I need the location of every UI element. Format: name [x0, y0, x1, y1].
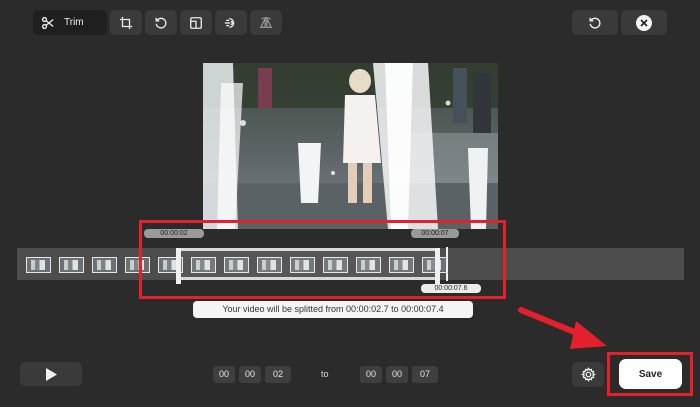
trim-label: Trim [64, 17, 84, 28]
crop-tool-button[interactable] [110, 10, 142, 35]
gear-icon [580, 367, 596, 382]
play-icon [46, 367, 57, 381]
end-seconds-field[interactable]: 07 [412, 366, 438, 383]
reset-icon [589, 17, 601, 29]
timeline-thumbnail [26, 257, 51, 273]
range-separator-label: to [321, 369, 329, 379]
reset-button[interactable] [572, 10, 618, 35]
scissors-icon [41, 16, 54, 29]
speed-icon [224, 17, 235, 28]
start-hours-field[interactable]: 00 [213, 366, 235, 383]
rotate-tool-button[interactable] [145, 10, 177, 35]
end-hours-field[interactable]: 00 [360, 366, 382, 383]
close-icon [636, 14, 652, 31]
flip-tool-button[interactable] [250, 10, 282, 35]
flip-icon [259, 16, 273, 28]
red-arrow-annotation [518, 307, 607, 349]
aspect-ratio-tool-button[interactable] [180, 10, 212, 35]
editor-toolbar: Trim [33, 10, 282, 35]
settings-button[interactable] [572, 362, 604, 387]
timeline-highlight-box [139, 220, 506, 299]
video-preview [203, 63, 498, 229]
timeline-thumbnail [92, 257, 117, 273]
end-minutes-field[interactable]: 00 [386, 366, 408, 383]
trim-tool-button[interactable]: Trim [33, 10, 107, 35]
start-seconds-field[interactable]: 02 [265, 366, 291, 383]
play-button[interactable] [20, 362, 82, 386]
timeline-thumbnail [59, 257, 84, 273]
aspect-ratio-icon [190, 16, 202, 29]
rotate-icon [155, 17, 167, 29]
save-button[interactable]: Save [619, 359, 682, 389]
close-button[interactable] [621, 10, 667, 35]
split-info-message: Your video will be splitted from 00:00:0… [193, 301, 473, 318]
speed-tool-button[interactable] [215, 10, 247, 35]
start-minutes-field[interactable]: 00 [239, 366, 261, 383]
video-frame-image [203, 63, 498, 229]
window-controls [572, 10, 667, 35]
crop-icon [119, 16, 133, 29]
